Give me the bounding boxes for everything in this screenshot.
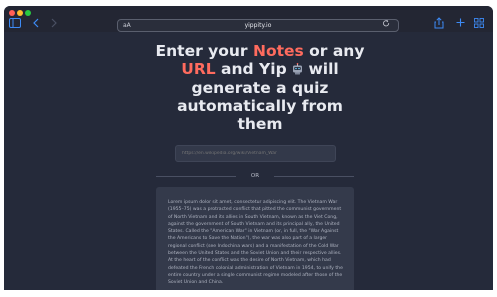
close-window-button[interactable]: [9, 10, 15, 16]
hero-text-part2: or any: [303, 42, 365, 60]
browser-toolbar: aA yippity.io: [4, 6, 493, 32]
minimize-window-button[interactable]: [17, 10, 23, 16]
robot-icon: [292, 61, 303, 79]
notes-textarea[interactable]: Lorem ipsum dolor sit amet, consectetur …: [156, 187, 354, 290]
hero-text-part1: Enter your: [155, 42, 253, 60]
divider-line-right: [274, 176, 354, 177]
address-bar[interactable]: aA yippity.io: [117, 19, 399, 32]
chevron-right-icon[interactable]: [50, 18, 58, 30]
maximize-window-button[interactable]: [25, 10, 31, 16]
reload-icon[interactable]: [383, 20, 390, 31]
share-icon[interactable]: [434, 17, 444, 29]
tabs-grid-icon[interactable]: [474, 18, 484, 30]
plus-icon[interactable]: [456, 18, 465, 30]
hero-headline: Enter your Notes or any URL and Yip will…: [154, 42, 366, 133]
address-text[interactable]: yippity.io: [118, 20, 398, 31]
hero-notes-word: Notes: [252, 42, 304, 60]
browser-window: aA yippity.io Enter your Notes or any UR…: [4, 6, 493, 290]
sidebar-icon[interactable]: [9, 18, 21, 30]
hero-text-part3: and Yip: [215, 60, 293, 78]
or-divider: OR: [156, 172, 354, 180]
notes-text: Lorem ipsum dolor sit amet, consectetur …: [168, 200, 343, 286]
chevron-left-icon[interactable]: [32, 18, 40, 30]
hero-url-word: URL: [181, 60, 216, 78]
url-input[interactable]: [175, 145, 336, 162]
